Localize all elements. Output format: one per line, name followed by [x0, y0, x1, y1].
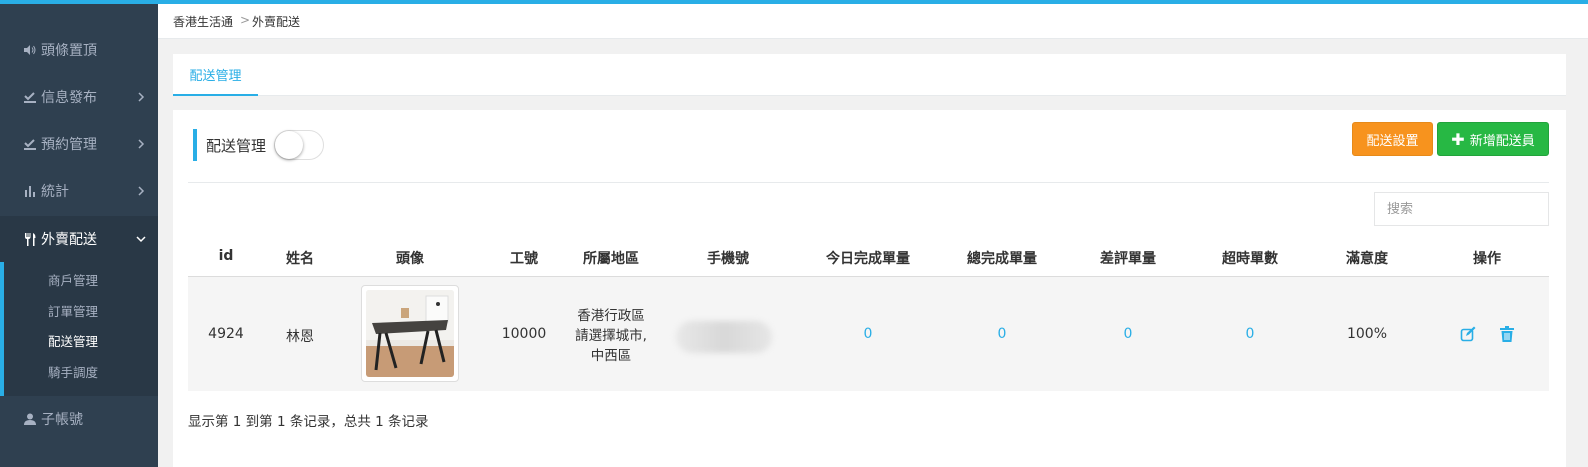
column-header-actions: 操作	[1473, 251, 1501, 267]
breadcrumb-separator-icon: >	[240, 13, 251, 27]
trash-icon[interactable]	[1499, 326, 1515, 342]
column-header-today-orders[interactable]: 今日完成單量	[826, 248, 910, 268]
table-photo-image	[366, 290, 454, 377]
sidebar-item-booking[interactable]: 預約管理	[0, 121, 158, 167]
sidebar-item-publish[interactable]: 信息發布	[0, 74, 158, 120]
column-header-bad-reviews[interactable]: 差評單量	[1100, 248, 1156, 268]
breadcrumb-current: 外賣配送	[252, 15, 301, 29]
cell-today-orders[interactable]: 0	[864, 326, 873, 342]
sidebar-item-label: 外賣配送	[41, 232, 97, 248]
column-header-timeouts[interactable]: 超時單數	[1222, 248, 1278, 268]
sidebar-item-subaccount[interactable]: 子帳號	[0, 396, 158, 442]
chevron-right-icon	[138, 186, 145, 196]
pagination-info: 显示第 1 到第 1 条记录，总共 1 条记录	[188, 414, 429, 430]
courier-avatar[interactable]	[361, 285, 459, 382]
region-line: 香港行政區	[577, 308, 645, 324]
column-header-region[interactable]: 所屬地區	[583, 248, 639, 268]
breadcrumb-home[interactable]: 香港生活通	[173, 13, 233, 30]
cell-bad-reviews[interactable]: 0	[1124, 326, 1133, 342]
volume-icon	[23, 45, 37, 55]
add-courier-label: 新增配送員	[1469, 133, 1535, 149]
edit-icon[interactable]	[1460, 326, 1476, 342]
toggle-knob	[275, 131, 303, 159]
add-courier-button[interactable]: ✚ 新增配送員	[1437, 122, 1549, 156]
region-line: 請選擇城市,	[575, 328, 647, 344]
column-header-name[interactable]: 姓名	[286, 248, 314, 268]
chevron-right-icon	[138, 92, 145, 102]
sidebar-item-headline[interactable]: 頭條置頂	[0, 27, 158, 73]
region-line: 中西區	[590, 348, 632, 364]
tab-active-indicator	[173, 94, 258, 96]
sidebar-subitem-orders[interactable]: 訂單管理	[48, 301, 98, 320]
cell-timeouts[interactable]: 0	[1246, 326, 1255, 342]
sidebar-subitem-delivery-mgmt[interactable]: 配送管理	[48, 331, 98, 350]
section-accent-bar	[193, 129, 197, 161]
sidebar-item-statistics[interactable]: 統計	[0, 168, 158, 214]
cutlery-icon	[23, 232, 37, 246]
column-header-total-orders[interactable]: 總完成單量	[967, 248, 1037, 268]
bar-chart-icon	[23, 185, 37, 197]
plus-icon: ✚	[1451, 129, 1465, 149]
cell-name: 林恩	[286, 329, 314, 345]
sidebar-item-label: 頭條置頂	[41, 43, 97, 59]
sidebar: 頭條置頂 信息發布 預約管理 統計 外賣配送 商戶管理 訂單管理 配送管理 騎手…	[0, 4, 158, 467]
checklist-icon	[23, 138, 37, 150]
cell-satisfaction: 100%	[1346, 326, 1388, 342]
tab-bar: 配送管理	[173, 54, 1566, 96]
chevron-down-icon	[136, 236, 146, 243]
column-header-employee-no[interactable]: 工號	[510, 248, 538, 268]
tab-delivery-management[interactable]: 配送管理	[173, 54, 258, 95]
section-title: 配送管理	[206, 137, 267, 155]
sidebar-item-label: 統計	[41, 184, 69, 200]
chevron-right-icon	[138, 139, 145, 149]
search-input[interactable]	[1374, 192, 1549, 226]
sidebar-subitem-rider-dispatch[interactable]: 騎手調度	[48, 362, 98, 381]
sidebar-item-label: 預約管理	[41, 137, 97, 153]
sidebar-item-delivery[interactable]: 外賣配送	[0, 216, 158, 262]
delivery-settings-button[interactable]: 配送設置	[1352, 122, 1433, 156]
column-header-id[interactable]: id	[219, 248, 234, 264]
delivery-toggle-switch[interactable]	[274, 130, 324, 160]
cell-id: 4924	[208, 326, 244, 342]
column-header-avatar[interactable]: 頭像	[396, 248, 424, 268]
section-divider	[188, 182, 1549, 183]
column-header-satisfaction[interactable]: 滿意度	[1346, 248, 1388, 268]
cell-region: 香港行政區 請選擇城市, 中西區	[575, 306, 647, 366]
column-header-phone[interactable]: 手機號	[707, 248, 749, 268]
checklist-icon	[23, 91, 37, 103]
sidebar-item-label: 信息發布	[41, 90, 97, 106]
cell-total-orders[interactable]: 0	[998, 326, 1007, 342]
breadcrumb: 香港生活通 > 外賣配送	[158, 4, 1588, 39]
sidebar-subitem-merchants[interactable]: 商戶管理	[48, 270, 98, 289]
cell-phone-redacted	[676, 321, 772, 353]
user-icon	[23, 413, 37, 425]
cell-employee-no: 10000	[501, 326, 547, 342]
sidebar-item-label: 子帳號	[41, 412, 83, 428]
